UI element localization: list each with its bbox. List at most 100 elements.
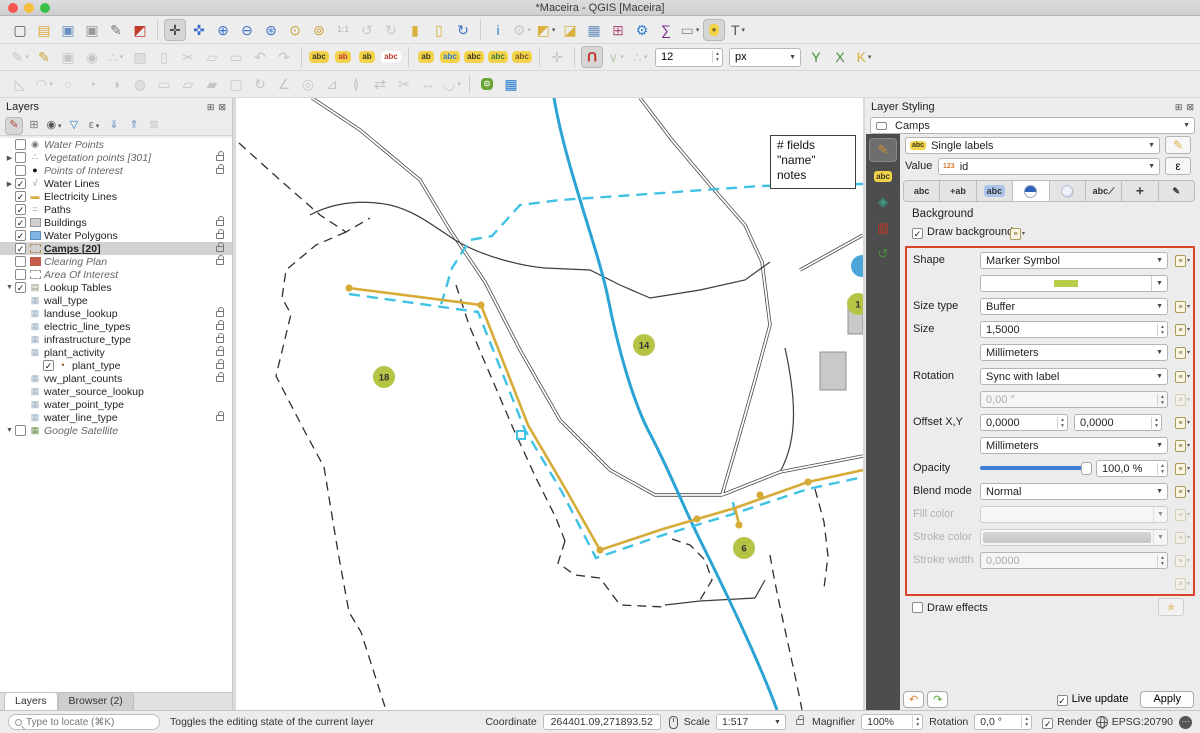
- scale-lock-icon[interactable]: [796, 719, 804, 725]
- osm-search-button[interactable]: ⊙: [476, 73, 498, 95]
- add-group-button[interactable]: ⊞: [25, 117, 43, 135]
- history-icon[interactable]: ↺: [869, 242, 897, 266]
- circle-2points-button[interactable]: ○: [57, 73, 79, 95]
- coordinate-field[interactable]: 264401.09,271893.52: [543, 714, 661, 730]
- tab-background[interactable]: [1013, 180, 1049, 202]
- zoom-full-button[interactable]: ⊛: [260, 19, 282, 41]
- save-edits-button[interactable]: ▣: [57, 46, 79, 68]
- close-panel-icon[interactable]: ⊠: [218, 102, 226, 113]
- opacity-spinner[interactable]: 100,0 %▲▼: [1096, 460, 1168, 477]
- circular-string-button[interactable]: ◠▾: [33, 73, 55, 95]
- zoom-to-selection-button[interactable]: ⊙: [284, 19, 306, 41]
- advanced-digitizing-button[interactable]: ✛: [546, 46, 568, 68]
- tracing-branch-button[interactable]: Y: [805, 46, 827, 68]
- rotate-label-button[interactable]: abc: [487, 46, 509, 68]
- vertex-tool-button[interactable]: ∴▾: [105, 46, 127, 68]
- open-attribute-table-button[interactable]: ▦: [583, 19, 605, 41]
- render-checkbox[interactable]: ✓Render: [1042, 716, 1091, 729]
- scale-select[interactable]: 1:517▼: [716, 714, 786, 730]
- tab-placement[interactable]: ✛: [1122, 180, 1158, 202]
- layer-item-water-line-type[interactable]: ▦water_line_type: [0, 411, 232, 424]
- zoom-next-button[interactable]: ↻: [380, 19, 402, 41]
- layer-item-water-source-lookup[interactable]: ▦water_source_lookup: [0, 385, 232, 398]
- tab-callouts[interactable]: abc⟋: [1086, 180, 1122, 202]
- copy-features-button[interactable]: ▱: [201, 46, 223, 68]
- layer-item-buildings[interactable]: ✓Buildings: [0, 216, 232, 229]
- override-size-type-icon[interactable]: ≡▾: [1175, 299, 1195, 314]
- layer-item-area-of-interest[interactable]: Area Of Interest: [0, 268, 232, 281]
- modify-attributes-button[interactable]: ▨: [129, 46, 151, 68]
- cad-tools-button[interactable]: ◺: [9, 73, 31, 95]
- layer-item-water-point-type[interactable]: ▦water_point_type: [0, 398, 232, 411]
- override-offset-icon[interactable]: ≡▾: [1175, 415, 1195, 430]
- show-bookmarks-button[interactable]: ▯: [428, 19, 450, 41]
- layer-item-paths[interactable]: ✓=Paths: [0, 203, 232, 216]
- run-feature-action-button[interactable]: ⚙▾: [511, 19, 533, 41]
- undo-button[interactable]: ↶: [249, 46, 271, 68]
- snapping-button[interactable]: U: [581, 46, 603, 68]
- self-snapping-button[interactable]: ∴▾: [629, 46, 651, 68]
- add-feature-button[interactable]: ◉: [81, 46, 103, 68]
- rotation-mode-select[interactable]: Sync with label▼: [980, 368, 1168, 385]
- layer-item-water-lines[interactable]: ▶✓√Water Lines: [0, 177, 232, 190]
- snapping-tolerance-spinner[interactable]: 12▲▼: [655, 48, 723, 67]
- ellipse-button[interactable]: ◑: [105, 73, 127, 95]
- mask-3d-icon[interactable]: ◈: [869, 190, 897, 214]
- expand-all-button[interactable]: ⇓: [105, 117, 123, 135]
- pan-map-button[interactable]: ✛: [164, 19, 186, 41]
- tab-browser[interactable]: Browser (2): [58, 692, 134, 710]
- unpin-labels-button[interactable]: abc: [380, 46, 402, 68]
- regular-polygon-button[interactable]: ▰: [201, 73, 223, 95]
- rotate-feature-button[interactable]: ↻: [249, 73, 271, 95]
- statistics-button[interactable]: ∑: [655, 19, 677, 41]
- layer-labeling-options-button[interactable]: abc: [308, 46, 330, 68]
- symbology-icon[interactable]: ✎: [869, 138, 897, 162]
- processing-toolbox-button[interactable]: ⚙: [631, 19, 653, 41]
- draw-effects-checkbox[interactable]: Draw effects: [912, 602, 988, 614]
- change-label-button[interactable]: abc: [511, 46, 533, 68]
- identify-features-button[interactable]: i: [487, 19, 509, 41]
- toggle-editing-button[interactable]: ✎: [33, 46, 55, 68]
- blend-mode-select[interactable]: Normal▼: [980, 483, 1168, 500]
- filter-by-expression-button[interactable]: ε▾: [85, 117, 103, 135]
- tracing-offset-button[interactable]: K▾: [853, 46, 875, 68]
- live-update-checkbox[interactable]: ✓Live update: [1057, 693, 1129, 706]
- new-bookmark-button[interactable]: ▮: [404, 19, 426, 41]
- move-label-button[interactable]: abc: [463, 46, 485, 68]
- collapse-all-button[interactable]: ⇑: [125, 117, 143, 135]
- layer-visibility-checkbox[interactable]: ✓: [15, 204, 26, 215]
- size-type-select[interactable]: Buffer▼: [980, 298, 1168, 315]
- open-project-button[interactable]: ▤: [33, 19, 55, 41]
- size-spinner[interactable]: 1,5000▲▼: [980, 321, 1168, 338]
- redo-style-button[interactable]: ↷: [927, 691, 948, 708]
- magnifier-spinner[interactable]: 100%▲▼: [861, 714, 923, 730]
- layer-visibility-checkbox[interactable]: [15, 269, 26, 280]
- rotation-spinner[interactable]: 0,0 °▲▼: [974, 714, 1032, 730]
- tab-text[interactable]: abc: [903, 180, 940, 202]
- new-project-button[interactable]: ▢: [9, 19, 31, 41]
- layer-visibility-checkbox[interactable]: ✓: [15, 217, 26, 228]
- map-canvas[interactable]: 181461 # fields "name" notes: [236, 98, 863, 710]
- project-properties-button[interactable]: ✎: [105, 19, 127, 41]
- rectangle-extent-button[interactable]: ▭: [153, 73, 175, 95]
- save-project-button[interactable]: ▣: [57, 19, 79, 41]
- current-edits-button[interactable]: ✎▾: [9, 46, 31, 68]
- style-manager-button[interactable]: ◩: [129, 19, 151, 41]
- layer-item-lookup-tables[interactable]: ▼✓▤Lookup Tables: [0, 281, 232, 294]
- measure-button[interactable]: ▭▾: [679, 19, 701, 41]
- override-blend-mode-icon[interactable]: ≡▾: [1175, 484, 1195, 499]
- add-ring-button[interactable]: ◎: [297, 73, 319, 95]
- mouse-extents-icon[interactable]: [669, 716, 678, 729]
- size-units-select[interactable]: Millimeters▼: [980, 344, 1168, 361]
- crs-value[interactable]: EPSG:20790: [1112, 716, 1173, 728]
- layer-item-clearing-plan[interactable]: Clearing Plan: [0, 255, 232, 268]
- tab-formatting[interactable]: +ab: [940, 180, 976, 202]
- layer-visibility-checkbox[interactable]: ✓: [15, 243, 26, 254]
- refresh-map-button[interactable]: ↻: [452, 19, 474, 41]
- fill-ring-button[interactable]: ⊿: [321, 73, 343, 95]
- layer-visibility-checkbox[interactable]: [15, 139, 26, 150]
- close-styling-panel-icon[interactable]: ⊠: [1186, 102, 1194, 113]
- remove-layer-button[interactable]: ⊠: [145, 117, 163, 135]
- override-opacity-icon[interactable]: ≡▾: [1175, 461, 1195, 476]
- offset-units-select[interactable]: Millimeters▼: [980, 437, 1168, 454]
